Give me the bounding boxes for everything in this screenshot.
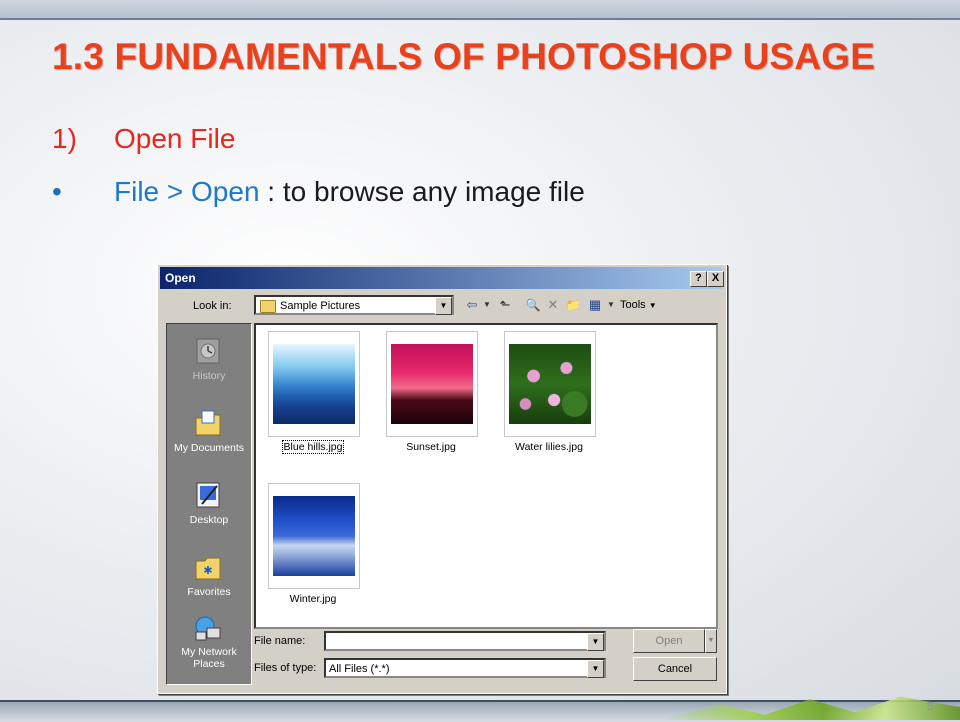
- bullet-symbol: •: [52, 176, 62, 207]
- file-list[interactable]: Blue hills.jpg Sunset.jpg Water lilies.j…: [254, 323, 718, 629]
- chevron-down-icon[interactable]: ▼: [435, 297, 452, 315]
- up-folder-icon[interactable]: ⬑: [496, 295, 514, 315]
- close-button[interactable]: X: [707, 271, 724, 287]
- place-history[interactable]: History: [167, 336, 251, 406]
- image-preview: [273, 496, 355, 576]
- places-bar: History My Documents Desktop ✱ Favorites: [166, 323, 252, 685]
- network-places-icon: [195, 616, 221, 641]
- file-caption[interactable]: Sunset.jpg: [376, 441, 486, 453]
- image-preview: [509, 344, 591, 424]
- dialog-titlebar[interactable]: Open ? X: [160, 267, 724, 289]
- help-button[interactable]: ?: [690, 271, 707, 287]
- cancel-button[interactable]: Cancel: [633, 657, 717, 681]
- history-icon: [196, 338, 220, 364]
- place-desktop[interactable]: Desktop: [167, 480, 251, 550]
- files-of-type-dropdown[interactable]: All Files (*.*) ▼: [324, 658, 606, 678]
- chevron-down-icon[interactable]: ▼: [705, 629, 717, 653]
- file-thumbnail[interactable]: [268, 331, 360, 437]
- file-caption[interactable]: Blue hills.jpg: [258, 440, 368, 454]
- favorites-folder-icon: ✱: [195, 557, 221, 580]
- look-in-dropdown[interactable]: Sample Pictures ▼: [254, 295, 454, 315]
- views-icon[interactable]: ▦: [586, 295, 604, 315]
- folder-icon: [260, 300, 276, 313]
- back-arrow-icon[interactable]: ⇦: [464, 295, 480, 315]
- file-caption[interactable]: Winter.jpg: [258, 593, 368, 605]
- menu-path: File > Open: [114, 176, 260, 207]
- place-my-documents[interactable]: My Documents: [167, 408, 251, 478]
- page-number: 8: [926, 700, 934, 713]
- desktop-icon: [196, 482, 220, 508]
- search-web-icon[interactable]: 🔍: [524, 295, 542, 315]
- dialog-title: Open: [165, 271, 196, 285]
- bullet-line: • File > Open : to browse any image file: [52, 176, 585, 208]
- look-in-value: Sample Pictures: [280, 300, 361, 312]
- step-number: 1): [52, 123, 77, 154]
- delete-icon[interactable]: ✕: [544, 295, 562, 315]
- file-thumbnail[interactable]: [386, 331, 478, 437]
- look-in-label: Look in:: [193, 300, 232, 312]
- file-name-input[interactable]: ▼: [324, 631, 606, 651]
- file-name-label: File name:: [254, 635, 306, 647]
- chevron-down-icon: ▼: [648, 301, 657, 310]
- chevron-down-icon[interactable]: ▼: [587, 660, 604, 678]
- chevron-down-icon[interactable]: ▼: [606, 295, 616, 315]
- open-dialog: Open ? X Look in: Sample Pictures ▼ ⇦ ▼ …: [157, 264, 727, 694]
- dialog-toolbar: ⇦ ▼ ⬑ 🔍 ✕ 📁 ▦ ▼ Tools ▼: [458, 295, 698, 315]
- open-button[interactable]: Open: [633, 629, 705, 653]
- svg-text:✱: ✱: [203, 565, 212, 577]
- new-folder-icon[interactable]: 📁: [564, 295, 582, 315]
- place-favorites[interactable]: ✱ Favorites: [167, 552, 251, 622]
- my-documents-icon: [195, 410, 221, 436]
- file-thumbnail[interactable]: [268, 483, 360, 589]
- tools-menu[interactable]: Tools ▼: [620, 299, 657, 311]
- step-line: 1) Open File: [52, 123, 235, 155]
- image-preview: [391, 344, 473, 424]
- place-my-network-places[interactable]: My Network Places: [167, 614, 251, 684]
- chevron-down-icon[interactable]: ▼: [587, 633, 604, 651]
- file-caption[interactable]: Water lilies.jpg: [494, 441, 604, 453]
- step-text: Open File: [114, 123, 236, 154]
- file-thumbnail[interactable]: [504, 331, 596, 437]
- bullet-description: : to browse any image file: [259, 176, 585, 207]
- files-of-type-label: Files of type:: [254, 662, 317, 674]
- top-border-bar: [0, 0, 960, 20]
- files-of-type-value: All Files (*.*): [329, 663, 390, 675]
- slide-title: 1.3 FUNDAMENTALS OF PHOTOSHOP USAGE: [52, 36, 876, 77]
- chevron-down-icon[interactable]: ▼: [482, 295, 492, 315]
- image-preview: [273, 344, 355, 424]
